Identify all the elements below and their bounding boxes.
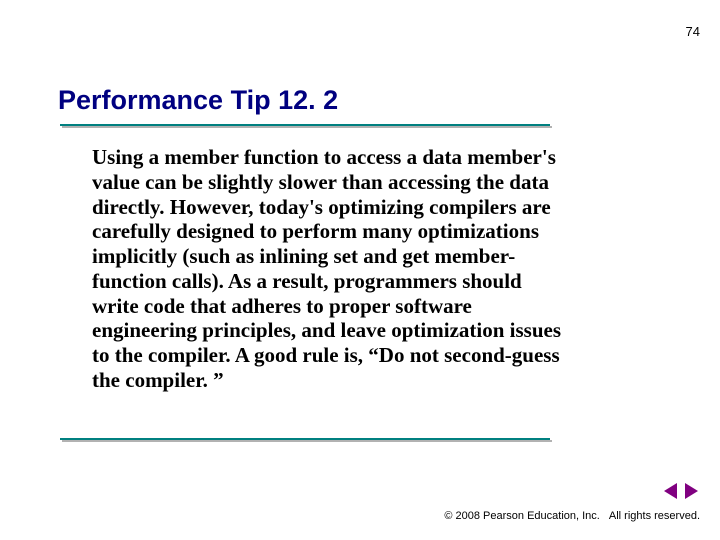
title-underline-shadow — [62, 126, 552, 128]
copyright-text: © 2008 Pearson Education, Inc. — [444, 510, 599, 522]
nav-arrows — [664, 482, 698, 500]
next-slide-icon[interactable] — [685, 483, 698, 499]
bottom-rule-shadow — [62, 440, 552, 442]
slide-title: Performance Tip 12. 2 — [58, 85, 338, 116]
page-number: 74 — [686, 24, 700, 39]
rights-text: All rights reserved. — [609, 510, 700, 522]
previous-slide-icon[interactable] — [664, 483, 677, 499]
body-text: Using a member function to access a data… — [92, 145, 572, 393]
slide: 74 Performance Tip 12. 2 Using a member … — [0, 0, 720, 540]
footer: © 2008 Pearson Education, Inc. All right… — [444, 510, 700, 522]
